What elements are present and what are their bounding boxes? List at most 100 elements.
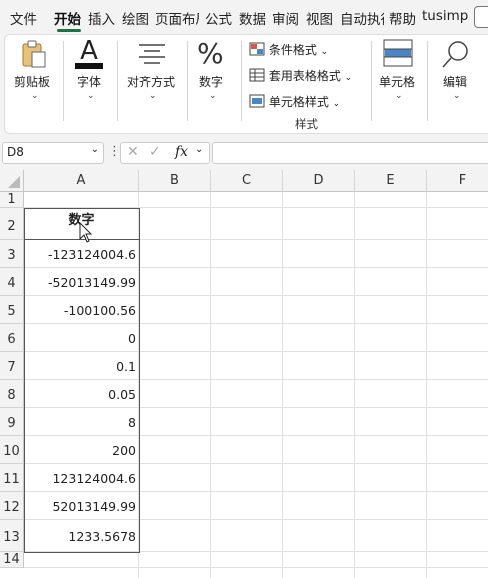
row-header-11[interactable]: 11 <box>0 464 24 492</box>
tab-review[interactable]: 审阅 <box>272 8 299 28</box>
cell-a8[interactable]: 0.05 <box>25 380 138 407</box>
font-label: 字体 <box>77 75 102 89</box>
divider <box>241 41 242 121</box>
cell-styles-icon <box>249 94 265 108</box>
row-header-8[interactable]: 8 <box>0 380 24 408</box>
gridline <box>282 192 283 578</box>
row-header-13[interactable]: 13 <box>0 520 24 552</box>
insert-function-icon[interactable]: fx <box>175 144 188 160</box>
select-all-corner[interactable] <box>0 170 24 192</box>
tab-page-layout[interactable]: 页面布局 <box>155 8 199 28</box>
tab-help[interactable]: 帮助 <box>389 8 416 28</box>
gridline <box>210 192 211 578</box>
chevron-down-icon: ⌄ <box>453 91 461 101</box>
cells-label: 单元格 <box>379 75 416 89</box>
clipboard-label: 剪贴板 <box>14 75 51 89</box>
cell-a13[interactable]: 1233.5678 <box>25 520 138 551</box>
row-header-12[interactable]: 12 <box>0 492 24 520</box>
cell-a3[interactable]: -123124004.6 <box>25 240 138 267</box>
align-center-icon <box>139 44 165 64</box>
chevron-down-icon: ⌄ <box>209 91 217 101</box>
cell-a9[interactable]: 8 <box>25 408 138 435</box>
divider <box>371 41 372 121</box>
cell-a12[interactable]: 52013149.99 <box>25 492 138 519</box>
column-header-c[interactable]: C <box>211 170 283 192</box>
mouse-cursor-icon <box>79 222 93 243</box>
row-header-3[interactable]: 3 <box>0 240 24 268</box>
tab-automate[interactable]: 自动执行 <box>340 8 384 28</box>
tab-view[interactable]: 视图 <box>306 8 333 28</box>
tab-tusimp[interactable]: tusimp <box>422 8 468 24</box>
tab-home[interactable]: 开始 <box>54 8 81 28</box>
cells-group[interactable]: 单元格 ⌄ <box>373 35 425 133</box>
cell-a11[interactable]: 123124004.6 <box>25 464 138 491</box>
ribbon-tabs: 文件 开始 插入 绘图 页面布局 公式 数据 审阅 视图 自动执行 帮助 tus… <box>0 0 488 34</box>
font-color-icon: A <box>75 37 103 69</box>
column-header-f[interactable]: F <box>427 170 488 192</box>
column-header-b[interactable]: B <box>139 170 211 192</box>
row-header-6[interactable]: 6 <box>0 324 24 352</box>
format-as-table-button[interactable]: 套用表格格式 ⌄ <box>249 67 352 84</box>
gridline <box>354 192 355 578</box>
cell-a5[interactable]: -100100.56 <box>25 296 138 323</box>
alignment-label: 对齐方式 <box>127 75 176 89</box>
column-header-e[interactable]: E <box>355 170 427 192</box>
row-header-7[interactable]: 7 <box>0 352 24 380</box>
font-group[interactable]: A 字体 ⌄ <box>65 35 115 133</box>
search-icon <box>442 41 468 68</box>
chevron-down-icon: ⌄ <box>395 91 403 101</box>
row-header-2[interactable]: 2 <box>0 208 24 240</box>
tab-data[interactable]: 数据 <box>239 8 266 28</box>
clipboard-group[interactable]: 剪贴板 ⌄ <box>5 35 63 133</box>
chevron-down-icon[interactable]: ⌄ <box>91 144 99 155</box>
gridline <box>24 551 488 552</box>
column-header-a[interactable]: A <box>24 170 139 192</box>
number-group[interactable]: % 数字 ⌄ <box>189 35 239 133</box>
chevron-down-icon: ⌄ <box>87 91 95 101</box>
formula-bar: D8 ⌄ ⋮ ✕ ✓ fx ⌄ <box>0 140 488 166</box>
enter-icon[interactable]: ✓ <box>149 144 161 160</box>
formula-input[interactable] <box>212 142 488 164</box>
row-header-1[interactable]: 1 <box>0 192 24 208</box>
comment-icon[interactable] <box>474 6 488 28</box>
format-as-table-label: 套用表格格式 <box>268 69 341 83</box>
active-tab-indicator <box>57 29 81 32</box>
chevron-down-icon: ⌄ <box>344 73 353 83</box>
row-header-5[interactable]: 5 <box>0 296 24 324</box>
row-header-9[interactable]: 9 <box>0 408 24 436</box>
gridline <box>426 192 427 578</box>
conditional-formatting-button[interactable]: 条件格式 ⌄ <box>249 41 328 58</box>
tab-draw[interactable]: 绘图 <box>122 8 149 28</box>
cell-a10[interactable]: 200 <box>25 436 138 463</box>
cancel-icon[interactable]: ✕ <box>127 144 139 160</box>
tab-insert[interactable]: 插入 <box>88 8 115 28</box>
alignment-group[interactable]: 对齐方式 ⌄ <box>119 35 185 133</box>
row-header-14[interactable]: 14 <box>0 552 24 568</box>
column-header-d[interactable]: D <box>283 170 355 192</box>
ribbon-panel: 剪贴板 ⌄ A 字体 ⌄ 对齐方式 ⌄ % 数字 ⌄ 条件格式 ⌄ 套用表格格式… <box>4 34 488 134</box>
chevron-down-icon: ⌄ <box>31 91 39 101</box>
divider <box>187 41 188 121</box>
cell-a4[interactable]: -52013149.99 <box>25 268 138 295</box>
divider <box>117 41 118 121</box>
worksheet-grid[interactable]: A B C D E F 1 2 3 4 5 6 7 8 9 10 11 12 1… <box>0 170 488 578</box>
cell-a6[interactable]: 0 <box>25 324 138 351</box>
cell-styles-button[interactable]: 单元格样式 ⌄ <box>249 93 340 110</box>
row-header-10[interactable]: 10 <box>0 436 24 464</box>
cell-a7[interactable]: 0.1 <box>25 352 138 379</box>
tab-formulas[interactable]: 公式 <box>205 8 232 28</box>
editing-label: 编辑 <box>443 75 468 89</box>
styles-group-caption: 样式 <box>295 117 318 131</box>
chevron-down-icon[interactable]: ⌄ <box>195 144 203 155</box>
cell-styles-label: 单元格样式 <box>268 95 329 109</box>
svg-text:A: A <box>80 37 98 66</box>
paste-icon <box>22 40 46 68</box>
format-as-table-icon <box>249 68 265 82</box>
row-header-4[interactable]: 4 <box>0 268 24 296</box>
name-box[interactable]: D8 ⌄ <box>2 142 104 164</box>
tab-file[interactable]: 文件 <box>10 8 37 28</box>
chevron-down-icon: ⌄ <box>149 91 157 101</box>
editing-group[interactable]: 编辑 ⌄ <box>429 35 488 133</box>
styles-group: 条件格式 ⌄ 套用表格格式 ⌄ 单元格样式 ⌄ 样式 <box>243 35 369 133</box>
divider <box>63 41 64 121</box>
